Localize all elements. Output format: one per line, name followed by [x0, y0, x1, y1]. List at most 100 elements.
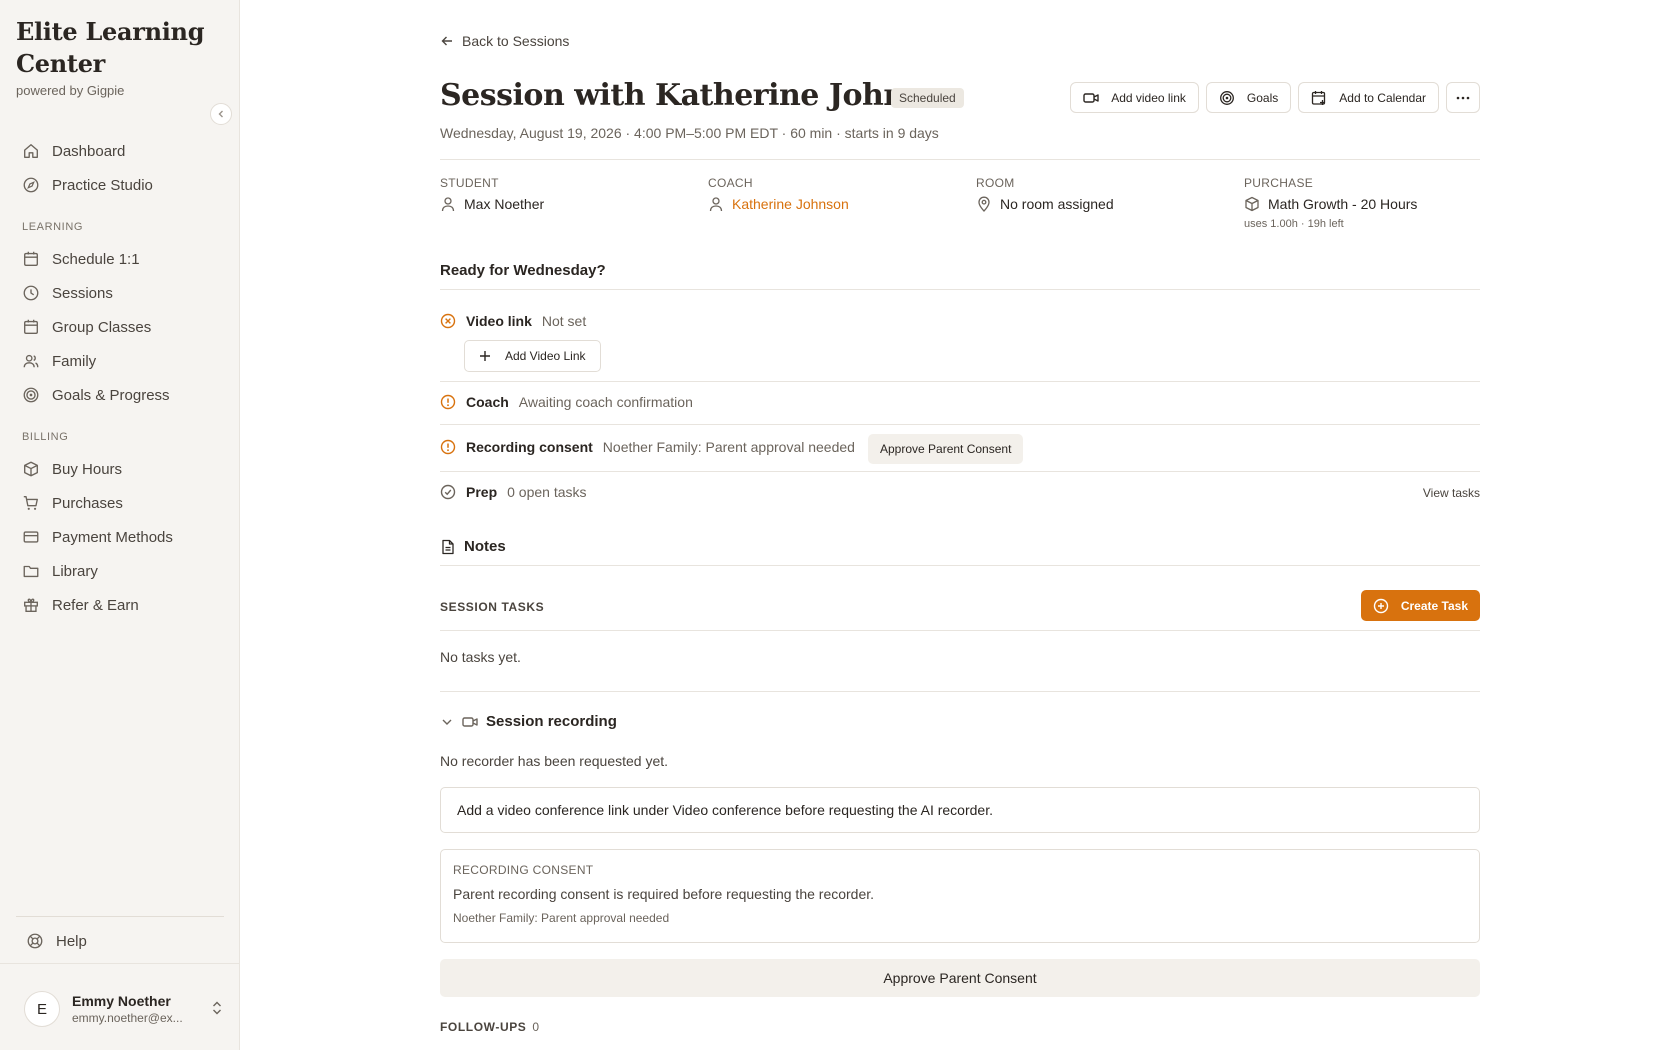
sidebar-item-help[interactable]: Help: [26, 932, 87, 950]
sidebar-item-practice-studio[interactable]: Practice Studio: [12, 168, 228, 202]
file-text-icon: [442, 539, 454, 554]
divider: [440, 159, 1480, 160]
coach-link[interactable]: Katherine Johnson: [708, 196, 968, 212]
create-task-button[interactable]: Create Task: [1360, 590, 1480, 621]
page-title: Session with Katherine Johnson: [440, 78, 962, 113]
arrow-left-icon: [441, 36, 452, 46]
status-badge: Scheduled: [891, 88, 964, 108]
meta-coach: COACH Katherine Johnson: [708, 176, 968, 212]
session-tasks-label: SESSION TASKS: [440, 600, 545, 614]
session-recording-toggle[interactable]: Session recording: [440, 713, 617, 730]
readiness-video-link: Video link Not set: [440, 313, 586, 329]
user-icon: [709, 197, 723, 212]
clock-icon: [23, 285, 39, 301]
sidebar-item-label: Schedule 1:1: [52, 250, 140, 268]
user-icon: [441, 197, 455, 212]
more-options-button[interactable]: [1446, 82, 1480, 113]
user-email: emmy.noether@ex...: [72, 1011, 183, 1025]
button-label: Add video link: [1111, 90, 1186, 105]
divider: [440, 289, 1480, 290]
divider: [440, 471, 1480, 472]
sidebar-item-purchases[interactable]: Purchases: [12, 486, 228, 520]
nav-section-billing: BILLING: [22, 431, 69, 443]
user-menu[interactable]: E Emmy Noether emmy.noether@ex...: [24, 990, 224, 1028]
folder-icon: [23, 565, 39, 578]
home-icon: [24, 144, 38, 158]
gift-icon: [24, 598, 38, 612]
plus-circle-icon: [1373, 598, 1389, 613]
purchase-usage: uses 1.00h · 19h left: [1244, 218, 1344, 230]
divider: [0, 963, 240, 964]
chevron-left-icon: [218, 110, 223, 118]
sidebar-item-group-classes[interactable]: Group Classes: [12, 310, 228, 344]
sidebar-item-payment-methods[interactable]: Payment Methods: [12, 520, 228, 554]
package-icon: [24, 461, 38, 477]
avatar: E: [24, 991, 60, 1027]
back-label: Back to Sessions: [462, 33, 570, 49]
followups-count: 0: [532, 1020, 540, 1034]
sidebar-item-goals[interactable]: Goals & Progress: [12, 378, 228, 412]
video-icon: [1083, 92, 1099, 103]
meta-label: COACH: [708, 176, 753, 190]
target-icon: [23, 387, 39, 403]
sidebar-item-dashboard[interactable]: Dashboard: [12, 134, 228, 168]
sidebar-nav: Dashboard Practice Studio LEARNING Sched…: [12, 134, 228, 622]
add-video-link-inline-button[interactable]: Add Video Link: [464, 340, 601, 372]
check-status: Not set: [541, 313, 587, 329]
student-name: Max Noether: [440, 196, 700, 212]
sidebar-item-schedule[interactable]: Schedule 1:1: [12, 242, 228, 276]
brand-title: Elite Learning Center: [16, 17, 205, 78]
button-label: Add to Calendar: [1339, 90, 1426, 105]
brand: Elite Learning Center powered by Gigpie: [16, 16, 216, 98]
notes-header[interactable]: Notes: [440, 538, 506, 555]
consent-box-title: RECORDING CONSENT: [453, 863, 594, 877]
sidebar-item-sessions[interactable]: Sessions: [12, 276, 228, 310]
chevrons-up-down-icon: [213, 1001, 221, 1015]
button-label: Add Video Link: [505, 349, 586, 363]
video-icon: [462, 716, 478, 727]
check-label: Prep: [466, 484, 498, 500]
target-icon: [1219, 90, 1234, 105]
divider: [16, 916, 224, 917]
x-circle-icon: [440, 313, 456, 329]
divider: [440, 424, 1480, 425]
meta-room: ROOM No room assigned: [976, 176, 1236, 212]
view-tasks-link[interactable]: View tasks: [1423, 486, 1480, 500]
approve-parent-consent-button[interactable]: Approve Parent Consent: [440, 959, 1480, 997]
divider: [440, 630, 1480, 631]
approve-consent-inline-button[interactable]: Approve Parent Consent: [868, 434, 1024, 464]
recorder-info-box: Add a video conference link under Video …: [440, 787, 1480, 833]
users-icon: [23, 354, 39, 368]
button-label: Goals: [1246, 90, 1279, 105]
notes-label: Notes: [464, 538, 506, 555]
meta-value: Max Noether: [464, 196, 545, 212]
goals-button[interactable]: Goals: [1205, 82, 1292, 113]
collapse-sidebar-button[interactable]: [210, 103, 232, 125]
back-to-sessions-link[interactable]: Back to Sessions: [440, 33, 569, 49]
followups-header: FOLLOW-UPS 0: [440, 1020, 540, 1034]
sidebar-item-label: Payment Methods: [52, 528, 173, 546]
meta-value: Katherine Johnson: [732, 196, 849, 212]
add-to-calendar-button[interactable]: Add to Calendar: [1298, 82, 1439, 113]
sidebar-item-refer[interactable]: Refer & Earn: [12, 588, 228, 622]
sidebar-item-family[interactable]: Family: [12, 344, 228, 378]
divider: [440, 565, 1480, 566]
check-status: Awaiting coach confirmation: [518, 394, 693, 410]
sidebar-item-label: Buy Hours: [52, 460, 123, 478]
sidebar-item-label: Family: [52, 352, 97, 370]
room-value: No room assigned: [976, 196, 1236, 212]
meta-value: No room assigned: [1000, 196, 1114, 212]
map-pin-icon: [978, 196, 990, 212]
sidebar-item-label: Practice Studio: [52, 176, 153, 194]
user-name: Emmy Noether: [72, 993, 171, 1009]
purchase-value: Math Growth - 20 Hours: [1244, 196, 1504, 212]
recording-consent-box: RECORDING CONSENT Parent recording conse…: [440, 849, 1480, 943]
chevron-down-icon: [442, 719, 452, 725]
package-icon: [1245, 196, 1259, 212]
sidebar-item-buy-hours[interactable]: Buy Hours: [12, 452, 228, 486]
check-label: Video link: [466, 313, 532, 329]
add-video-link-button[interactable]: Add video link: [1070, 82, 1199, 113]
lifebuoy-icon: [27, 933, 43, 949]
meta-student: STUDENT Max Noether: [440, 176, 700, 212]
sidebar-item-library[interactable]: Library: [12, 554, 228, 588]
